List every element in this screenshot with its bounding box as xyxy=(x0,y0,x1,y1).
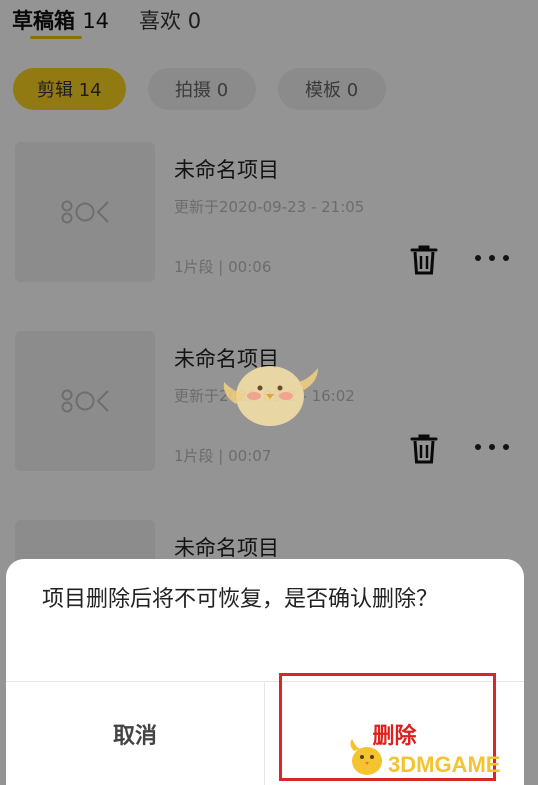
dialog-message: 项目删除后将不可恢复，是否确认删除？ xyxy=(42,587,439,612)
watermark-mascot-small-icon xyxy=(350,739,382,775)
cancel-button[interactable]: 取消 xyxy=(6,682,264,785)
watermark-text: 3DMGAME xyxy=(388,752,501,777)
watermark-mascot-icon xyxy=(223,366,318,426)
